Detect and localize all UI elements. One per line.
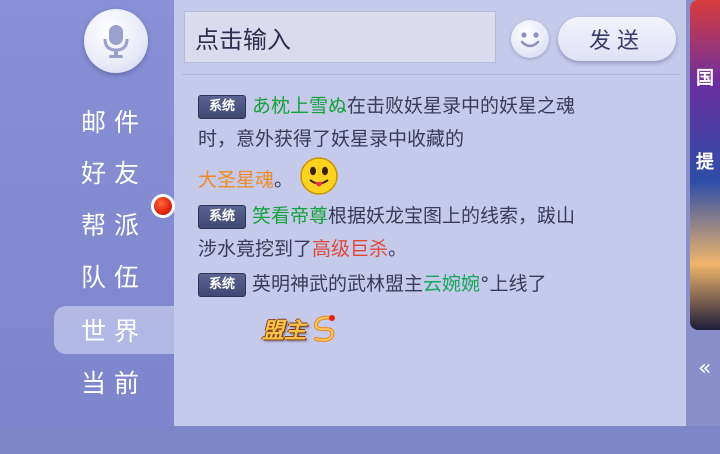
game-scene-image: 国 提 xyxy=(690,0,720,330)
message-text: 根据妖龙宝图上的线索，跋山 xyxy=(328,205,576,227)
tab-friends[interactable]: 好友 xyxy=(54,148,174,196)
chat-input-placeholder: 点击输入 xyxy=(195,25,291,54)
system-tag: 系统 xyxy=(198,273,246,297)
player-name[interactable]: 笑看帝尊 xyxy=(252,205,328,227)
chat-message: 系统 あ枕上雪ぬ在击败妖星录中的妖星之魂 时，意外获得了妖星录中收藏的 大圣星魂。 xyxy=(198,90,650,214)
scene-glyph: 提 xyxy=(696,152,714,173)
chat-input[interactable]: 点击输入 xyxy=(184,11,496,63)
message-text: °上线了 xyxy=(480,273,547,295)
tab-world[interactable]: 世界 xyxy=(54,306,174,354)
message-text: 在击败妖星录中的妖星之魂 xyxy=(347,95,576,117)
system-tag: 系统 xyxy=(198,95,246,119)
message-text: 涉水竟挖到了 xyxy=(198,238,313,260)
divider xyxy=(182,74,680,75)
tab-current[interactable]: 当前 xyxy=(54,358,174,406)
tab-team[interactable]: 队伍 xyxy=(54,252,174,300)
smiley-icon xyxy=(520,32,540,48)
message-punctuation: 。 xyxy=(388,238,408,260)
voice-input-button[interactable] xyxy=(84,9,148,73)
leader-badge-text: 盟主 xyxy=(262,319,307,344)
chat-message: 系统 英明神武的武林盟主云婉婉°上线了 xyxy=(198,268,650,301)
collapse-arrow-icon[interactable]: « xyxy=(698,356,711,381)
chat-panel: 点击输入 发送 系统 あ枕上雪ぬ在击败妖星录中的妖星之魂 时，意外获得了妖星录中收… xyxy=(174,0,686,426)
player-name[interactable]: 云婉婉 xyxy=(423,273,480,295)
dragon-icon xyxy=(313,315,336,342)
scene-glyph: 国 xyxy=(696,68,714,89)
emoji-button[interactable] xyxy=(511,20,549,58)
microphone-icon xyxy=(103,25,129,58)
item-link[interactable]: 大圣星魂 xyxy=(198,169,274,191)
send-button[interactable]: 发送 xyxy=(558,17,676,61)
player-name[interactable]: あ枕上雪ぬ xyxy=(252,95,347,117)
item-link[interactable]: 高级巨杀 xyxy=(312,238,388,260)
message-punctuation: 。 xyxy=(274,169,294,191)
system-tag: 系统 xyxy=(198,205,246,229)
chat-message: 系统 笑看帝尊根据妖龙宝图上的线索，跋山 涉水竟挖到了高级巨杀。 xyxy=(198,200,650,266)
leader-badge: 盟主 xyxy=(262,312,340,345)
message-text: 英明神武的武林盟主 xyxy=(252,273,424,295)
tab-partial[interactable] xyxy=(54,406,174,454)
notification-dot xyxy=(151,194,175,218)
message-text: 时，意外获得了妖星录中收藏的 xyxy=(198,128,465,150)
channel-sidebar: 邮件 好友 帮派 队伍 世界 当前 xyxy=(0,0,174,426)
tab-mail[interactable]: 邮件 xyxy=(54,97,174,145)
